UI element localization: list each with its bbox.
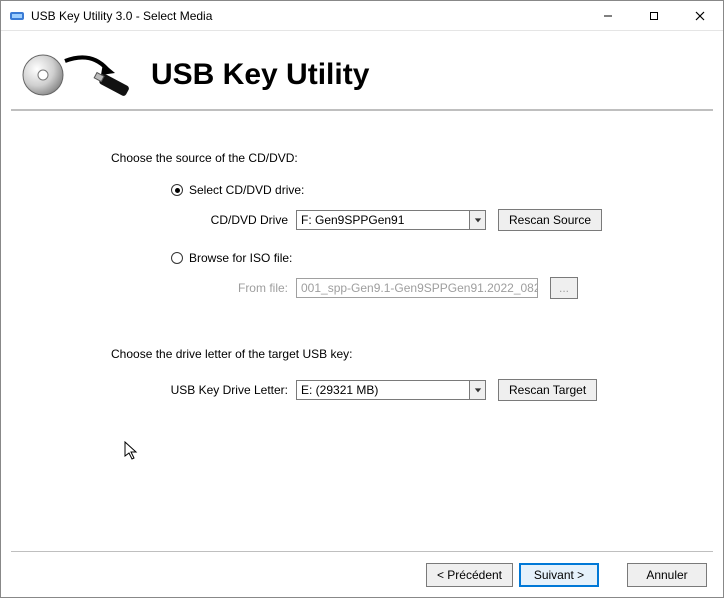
wizard-page: Choose the source of the CD/DVD: Select …: [1, 111, 723, 551]
chevron-down-icon: [469, 211, 485, 229]
cd-drive-dropdown[interactable]: F: Gen9SPPGen91: [296, 210, 486, 230]
banner-title: USB Key Utility: [151, 58, 369, 92]
back-button[interactable]: < Précédent: [426, 563, 513, 587]
chevron-down-icon: [469, 381, 485, 399]
radio-icon: [171, 252, 183, 264]
usb-drive-dropdown[interactable]: E: (29321 MB): [296, 380, 486, 400]
cancel-button[interactable]: Annuler: [627, 563, 707, 587]
target-section-label: Choose the drive letter of the target US…: [111, 347, 713, 361]
iso-file-label: From file:: [171, 281, 296, 295]
app-icon: [9, 8, 25, 24]
usb-drive-value: E: (29321 MB): [297, 383, 469, 397]
cursor-icon: [124, 441, 140, 464]
wizard-footer: < Précédent Suivant > Annuler: [1, 553, 723, 597]
radio-icon: [171, 184, 183, 196]
disc-to-usb-icon: [21, 49, 131, 102]
window-title: USB Key Utility 3.0 - Select Media: [31, 9, 212, 23]
usb-drive-label: USB Key Drive Letter:: [141, 383, 296, 397]
cd-drive-label: CD/DVD Drive: [171, 213, 296, 227]
window-titlebar: USB Key Utility 3.0 - Select Media: [1, 1, 723, 31]
rescan-target-button[interactable]: Rescan Target: [498, 379, 597, 401]
iso-file-input: 001_spp-Gen9.1-Gen9SPPGen91.2022_0822.4.…: [296, 278, 538, 298]
cd-drive-value: F: Gen9SPPGen91: [297, 213, 469, 227]
radio-select-drive[interactable]: Select CD/DVD drive:: [171, 183, 713, 197]
window-maximize-button[interactable]: [631, 1, 677, 31]
radio-browse-iso[interactable]: Browse for ISO file:: [171, 251, 713, 265]
banner: USB Key Utility: [11, 41, 713, 111]
window-close-button[interactable]: [677, 1, 723, 31]
next-button[interactable]: Suivant >: [519, 563, 599, 587]
radio-browse-iso-label: Browse for ISO file:: [189, 251, 292, 265]
source-section-label: Choose the source of the CD/DVD:: [111, 151, 713, 165]
rescan-source-button[interactable]: Rescan Source: [498, 209, 602, 231]
browse-iso-button: ...: [550, 277, 578, 299]
window-minimize-button[interactable]: [585, 1, 631, 31]
radio-select-drive-label: Select CD/DVD drive:: [189, 183, 304, 197]
